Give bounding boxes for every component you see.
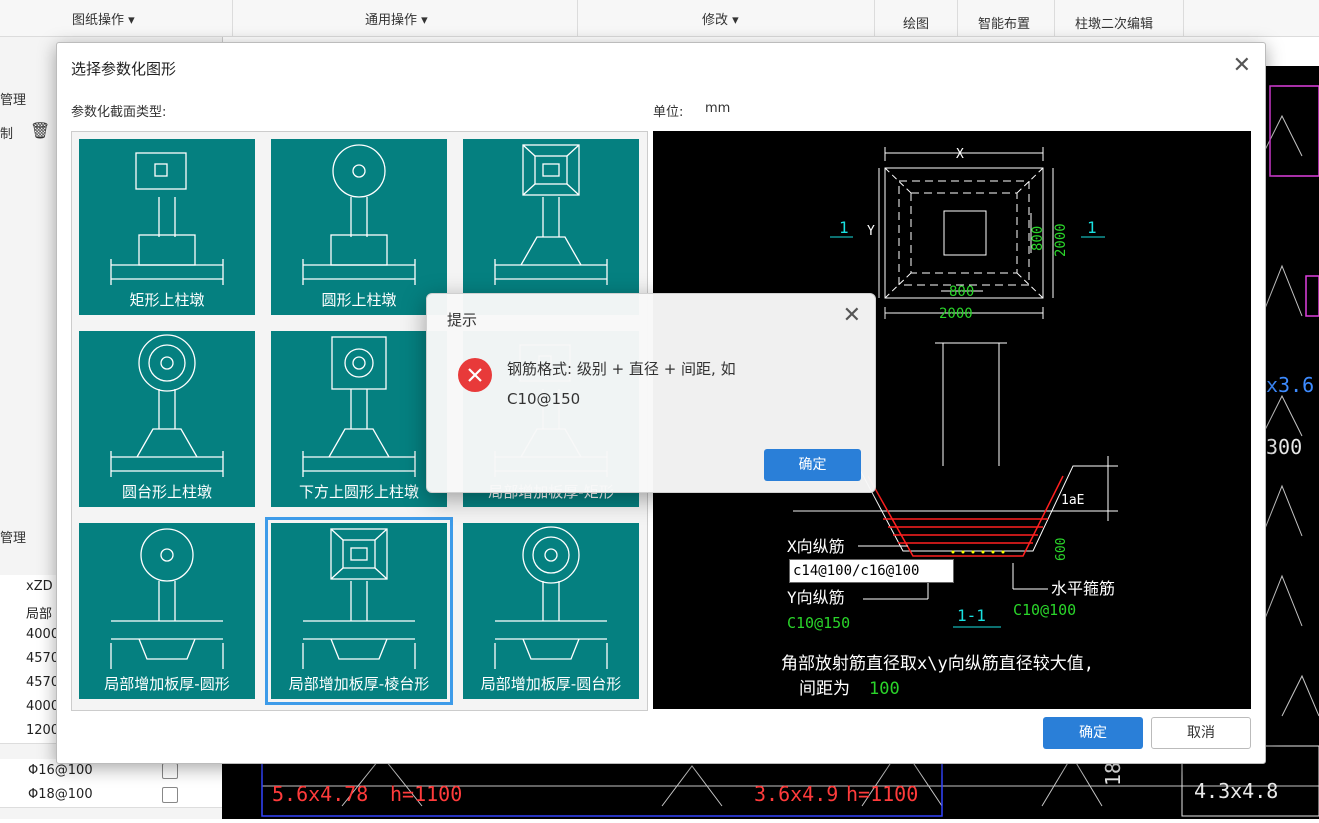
ribbon-group-general-ops[interactable]: 通用操作 ▾ xyxy=(233,0,578,36)
ribbon-label: 智能布置 xyxy=(978,17,1031,32)
ribbon-group-draw[interactable]: 绘图 xyxy=(875,0,958,36)
alert-title: 提示 xyxy=(447,311,478,329)
dim-y: Y xyxy=(867,224,875,239)
shape-tile-label: 局部增加板厚-圆形 xyxy=(104,675,230,693)
error-icon xyxy=(458,358,492,392)
row-value: 4000 xyxy=(26,699,60,714)
shape-tile-label: 矩形上柱墩 xyxy=(129,291,205,309)
shape-tile[interactable] xyxy=(463,139,639,315)
row-checkbox[interactable] xyxy=(162,787,178,803)
ok-button[interactable]: 确定 xyxy=(1043,717,1143,749)
rebar-value: Φ16@100 xyxy=(28,763,93,778)
ribbon-label: 修改 ▾ xyxy=(702,13,739,28)
section-type-label: 参数化截面类型: xyxy=(71,105,167,120)
ribbon-label: 通用操作 ▾ xyxy=(365,13,428,28)
section-mark-right: 1 xyxy=(1087,218,1097,237)
close-icon[interactable]: ✕ xyxy=(843,303,861,328)
cad-label: 4.3x4.8 xyxy=(1194,779,1278,803)
ribbon-group-drawing-ops[interactable]: 图纸操作 ▾ xyxy=(0,0,233,36)
cad-label: h=1100 xyxy=(846,782,918,806)
shape-tile[interactable]: 矩形上柱墩 xyxy=(79,139,255,315)
row-value: 4000 xyxy=(26,627,60,642)
shape-diagram xyxy=(494,144,608,285)
shape-tile-label: 局部增加板厚-圆台形 xyxy=(480,675,622,693)
ribbon-group-pier-edit[interactable]: 柱墩二次编辑 xyxy=(1055,0,1184,36)
shape-tile[interactable]: 圆形上柱墩 xyxy=(271,139,447,315)
delete-icon[interactable]: 🗑 xyxy=(30,121,50,140)
row-value: 4570 xyxy=(26,651,60,666)
col-header: 局部 xyxy=(26,607,53,622)
lae-label: 1aE xyxy=(1061,493,1084,508)
table-row[interactable]: Φ18@100 xyxy=(0,783,222,808)
shape-tile-label: 圆形上柱墩 xyxy=(321,291,397,309)
ribbon-toolbar: 图纸操作 ▾ 通用操作 ▾ 修改 ▾ 绘图 智能布置 柱墩二次编辑 xyxy=(0,0,1319,37)
toolbar-copy[interactable]: 制 xyxy=(0,123,13,142)
shape-tile[interactable]: 局部增加板厚-圆形 xyxy=(79,523,255,699)
shape-tile[interactable]: 局部增加板厚-圆台形 xyxy=(463,523,639,699)
cad-label: h=1100 xyxy=(390,782,462,806)
rebar-input-value: c14@100/c16@100 xyxy=(793,563,920,579)
shape-tile-label: 圆台形上柱墩 xyxy=(121,483,212,501)
row-checkbox[interactable] xyxy=(162,763,178,779)
hoop-label: 水平箍筋 xyxy=(1051,579,1115,598)
ribbon-label: 图纸操作 ▾ xyxy=(72,13,135,28)
dim-800-bottom: 800 xyxy=(949,284,974,300)
dim-800-side: 800 xyxy=(1030,226,1046,251)
shape-tile[interactable]: 圆台形上柱墩 xyxy=(79,331,255,507)
note-line2-value: 100 xyxy=(869,679,900,699)
row-value: 4570 xyxy=(26,675,60,690)
alert-message-line1: 钢筋格式: 级别 + 直径 + 间距, 如 xyxy=(507,360,736,378)
alert-dialog: 提示 ✕ 钢筋格式: 级别 + 直径 + 间距, 如 C10@150 确定 xyxy=(426,293,876,493)
unit-value: mm xyxy=(705,101,731,116)
rebar-input[interactable]: c14@100/c16@100 xyxy=(789,559,954,583)
section-mark-left: 1 xyxy=(839,218,849,237)
cad-label: x3.6 xyxy=(1266,373,1314,397)
shape-tile-label: 下方上圆形上柱墩 xyxy=(298,483,419,501)
hoop-value: C10@100 xyxy=(1013,601,1076,619)
unit-label: 单位: xyxy=(653,105,684,120)
section-title: 1-1 xyxy=(957,606,986,625)
panel-tab-manage-bottom[interactable]: 管理 xyxy=(0,527,26,546)
panel-tab-manage[interactable]: 管理 xyxy=(0,89,26,108)
ribbon-group-smart-layout[interactable]: 智能布置 xyxy=(958,0,1055,36)
shape-tile[interactable]: 下方上圆形上柱墩 xyxy=(271,331,447,507)
y-rebar-label: Y向纵筋 xyxy=(787,588,845,607)
shape-tile[interactable]: 局部增加板厚-棱台形 xyxy=(265,517,453,705)
rebar-value: Φ18@100 xyxy=(28,787,93,802)
dim-2000-side: 2000 xyxy=(1053,223,1069,257)
ribbon-group-modify[interactable]: 修改 ▾ xyxy=(578,0,875,36)
cad-label: 3.6x4.9 xyxy=(754,782,838,806)
cad-label: 5.6x4.78 xyxy=(272,782,368,806)
y-rebar-value: C10@150 xyxy=(787,614,850,632)
shape-tile-label: 局部增加板厚-棱台形 xyxy=(288,675,430,693)
ribbon-label: 柱墩二次编辑 xyxy=(1075,17,1154,32)
x-rebar-label: X向纵筋 xyxy=(787,537,845,556)
dialog-title: 选择参数化图形 xyxy=(71,60,177,78)
dim-600: 600 xyxy=(1054,538,1069,561)
cad-label: 300 xyxy=(1266,435,1302,459)
alert-ok-button[interactable]: 确定 xyxy=(764,449,861,481)
ribbon-label: 绘图 xyxy=(903,17,930,32)
close-icon[interactable]: ✕ xyxy=(1233,53,1251,78)
note-line1: 角部放射筋直径取x\y向纵筋直径较大值, xyxy=(781,654,1094,674)
dim-2000-bottom: 2000 xyxy=(939,306,973,322)
alert-message-line2: C10@150 xyxy=(507,390,581,408)
cancel-button[interactable]: 取消 xyxy=(1151,717,1251,749)
col-header: xZD xyxy=(26,579,53,594)
note-line2-prefix: 间距为 xyxy=(799,679,850,699)
dim-x: X xyxy=(956,147,964,162)
row-value: 1200 xyxy=(26,723,60,738)
